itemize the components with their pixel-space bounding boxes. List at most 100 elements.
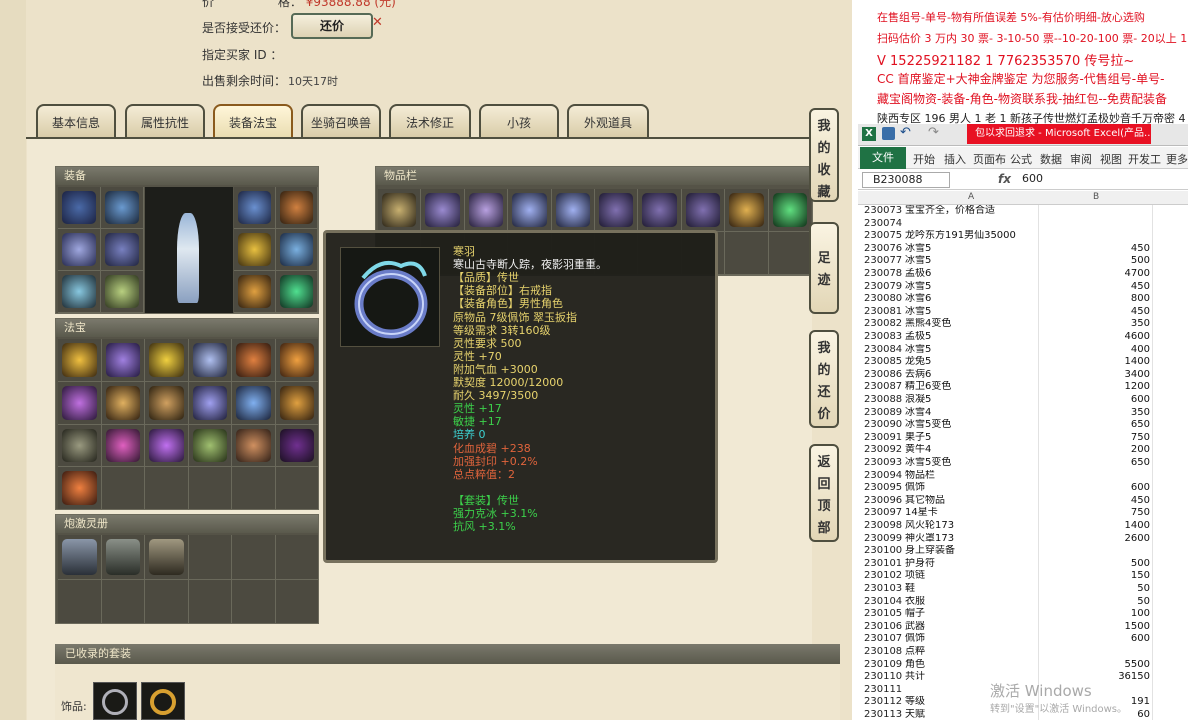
cell-b[interactable]: 350: [1028, 407, 1150, 420]
cell-b[interactable]: 50: [1028, 583, 1150, 596]
inventory-slot[interactable]: [594, 189, 638, 231]
cell-a[interactable]: 点粹: [905, 646, 1040, 659]
counter-offer-button[interactable]: 还价: [291, 13, 373, 39]
row-number[interactable]: 230105: [864, 608, 904, 621]
cell-a[interactable]: 物品栏: [905, 470, 1040, 483]
inventory-slot[interactable]: [464, 189, 508, 231]
row-number[interactable]: 230087: [864, 381, 904, 394]
inventory-slot[interactable]: [378, 189, 421, 231]
row-number[interactable]: 230074: [864, 218, 904, 231]
cell-a[interactable]: 武器: [905, 621, 1040, 634]
spirit-slot[interactable]: [232, 579, 275, 623]
cell-a[interactable]: 其它物品: [905, 495, 1040, 508]
spirit-slot[interactable]: [188, 579, 231, 623]
cell-b[interactable]: 4600: [1028, 331, 1150, 344]
cell-a[interactable]: 鞋: [905, 583, 1040, 596]
cell-a[interactable]: 精卫6变色: [905, 381, 1040, 394]
cell-a[interactable]: 果子5: [905, 432, 1040, 445]
cell-a[interactable]: 黄牛4: [905, 444, 1040, 457]
column-header-b[interactable]: B: [1093, 192, 1099, 202]
row-number[interactable]: 230097: [864, 507, 904, 520]
cell-b[interactable]: 600: [1028, 633, 1150, 646]
treasure-slot[interactable]: [232, 339, 275, 381]
equipment-slot[interactable]: [101, 187, 143, 228]
tab-mounts[interactable]: 坐骑召唤兽: [301, 104, 381, 138]
cell-a[interactable]: 冰雪5变色: [905, 457, 1040, 470]
cell-a[interactable]: 护身符: [905, 558, 1040, 571]
row-number[interactable]: 230080: [864, 293, 904, 306]
row-number[interactable]: 230110: [864, 671, 904, 684]
row-number[interactable]: 230085: [864, 356, 904, 369]
cell-b[interactable]: 50: [1028, 596, 1150, 609]
treasure-slot[interactable]: [145, 424, 188, 467]
treasure-slot[interactable]: [232, 424, 275, 467]
row-number[interactable]: 230076: [864, 243, 904, 256]
cell-b[interactable]: 350: [1028, 318, 1150, 331]
row-number[interactable]: 230109: [864, 659, 904, 672]
cell-b[interactable]: 750: [1028, 432, 1150, 445]
row-number[interactable]: 230075: [864, 230, 904, 243]
treasure-slot[interactable]: [58, 424, 101, 467]
inventory-slot[interactable]: [508, 189, 551, 231]
cell-b[interactable]: 3400: [1028, 369, 1150, 382]
inventory-slot[interactable]: [768, 232, 811, 274]
my-favorites-button[interactable]: 我的收藏: [809, 108, 839, 202]
equipment-slot[interactable]: [101, 229, 143, 270]
row-number[interactable]: 230100: [864, 545, 904, 558]
treasure-slot[interactable]: [145, 467, 188, 509]
ribbon-tab-insert[interactable]: 插入: [944, 151, 966, 167]
cell-a[interactable]: 身上穿装备: [905, 545, 1040, 558]
cell-a[interactable]: 冰雪5变色: [905, 419, 1040, 432]
cell-a[interactable]: 帽子: [905, 608, 1040, 621]
row-number[interactable]: 230089: [864, 407, 904, 420]
tab-spells[interactable]: 法术修正: [389, 104, 471, 138]
column-header-a[interactable]: A: [968, 192, 974, 202]
treasure-slot[interactable]: [58, 467, 101, 509]
inventory-slot[interactable]: [725, 189, 768, 231]
cell-b[interactable]: 450: [1028, 306, 1150, 319]
row-number[interactable]: 230073: [864, 205, 904, 218]
cell-b[interactable]: 800: [1028, 293, 1150, 306]
spirit-slot[interactable]: [145, 579, 188, 623]
inventory-slot[interactable]: [638, 189, 681, 231]
equipment-slot[interactable]: [276, 271, 317, 312]
cell-b[interactable]: 600: [1028, 394, 1150, 407]
cell-b[interactable]: 650: [1028, 419, 1150, 432]
row-number[interactable]: 230077: [864, 255, 904, 268]
treasure-slot[interactable]: [275, 381, 318, 424]
cell-b[interactable]: 600: [1028, 482, 1150, 495]
save-icon[interactable]: [882, 127, 895, 140]
cell-a[interactable]: 项链: [905, 570, 1040, 583]
treasure-slot[interactable]: [188, 467, 231, 509]
equipment-slot[interactable]: [58, 229, 100, 270]
cell-b[interactable]: 1500: [1028, 621, 1150, 634]
row-number[interactable]: 230108: [864, 646, 904, 659]
row-number[interactable]: 230084: [864, 344, 904, 357]
tab-child[interactable]: 小孩: [479, 104, 559, 138]
function-icon[interactable]: fx: [998, 172, 1011, 186]
suit-slot[interactable]: [141, 682, 185, 720]
inventory-slot[interactable]: [725, 232, 768, 274]
cell-a[interactable]: 黑熊4变色: [905, 318, 1040, 331]
footprint-button[interactable]: 足迹: [809, 222, 839, 314]
undo-icon[interactable]: ↶: [900, 125, 911, 140]
cell-a[interactable]: 孟极5: [905, 331, 1040, 344]
row-number[interactable]: 230112: [864, 696, 904, 709]
inventory-slot[interactable]: [551, 189, 594, 231]
inventory-slot[interactable]: [768, 189, 811, 231]
cell-b[interactable]: 500: [1028, 558, 1150, 571]
cell-b[interactable]: 4700: [1028, 268, 1150, 281]
treasure-slot[interactable]: [188, 381, 231, 424]
cell-b[interactable]: 650: [1028, 457, 1150, 470]
name-box[interactable]: B230088: [862, 172, 950, 188]
treasure-slot[interactable]: [101, 339, 144, 381]
cell-a[interactable]: 冰雪5: [905, 243, 1040, 256]
cell-b[interactable]: 200: [1028, 444, 1150, 457]
row-number[interactable]: 230099: [864, 533, 904, 546]
ribbon-tab-view[interactable]: 视图: [1100, 151, 1122, 167]
treasure-slot[interactable]: [58, 339, 101, 381]
cell-a[interactable]: 龙吟东方191男仙35000: [905, 230, 1040, 243]
cell-b[interactable]: 1200: [1028, 381, 1150, 394]
cell-a[interactable]: 孟极6: [905, 268, 1040, 281]
treasure-slot[interactable]: [101, 381, 144, 424]
